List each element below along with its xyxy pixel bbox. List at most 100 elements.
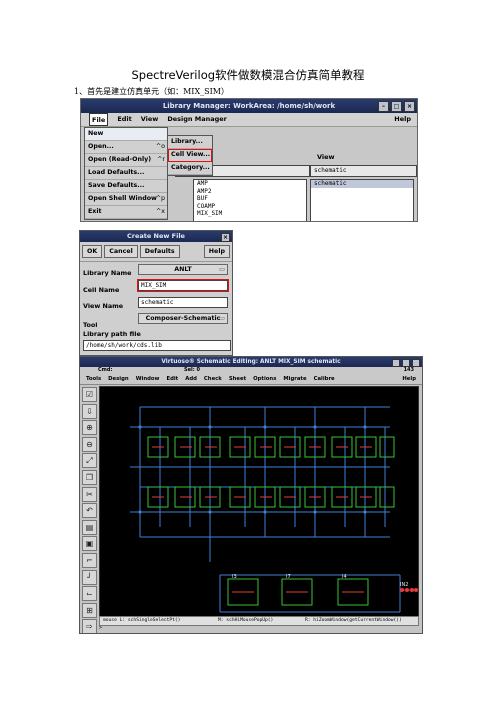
view-field[interactable]: schematic xyxy=(310,165,417,177)
instance-label: I3 xyxy=(232,574,237,580)
library-manager-titlebar: Library Manager: WorkArea: /home/sh/work… xyxy=(81,99,417,113)
file-menu: New Open... ^o Open (Read-Only) ^r Load De… xyxy=(84,127,168,220)
step-1-text: 1、首先是建立仿真单元（如：MIX_SIM） xyxy=(74,87,229,96)
menu-design-manager[interactable]: Design Manager xyxy=(167,113,227,126)
submenu-category[interactable]: Category... xyxy=(168,162,212,175)
list-item[interactable]: MIX_SIM xyxy=(194,210,306,218)
mouse-bindings-bar: mouse L: schSingleSelectPt() M: schHiMou… xyxy=(99,616,419,626)
cancel-button[interactable]: Cancel xyxy=(104,245,138,258)
maximize-icon[interactable]: □ xyxy=(391,101,402,112)
schematic-title: Virtuoso® Schematic Editing: ANLT MIX_SI… xyxy=(161,359,341,365)
pin-icon[interactable]: ⊞ xyxy=(82,602,97,618)
minimize-icon[interactable] xyxy=(392,359,400,367)
wire-name-icon[interactable]: ⌙ xyxy=(82,586,97,602)
zoom-out-icon[interactable]: ⊖ xyxy=(82,436,97,452)
wire-wide-icon[interactable]: ┘ xyxy=(82,569,97,585)
document-title: SpectreVerilog软件做数模混合仿真简单教程 xyxy=(131,68,365,82)
menu-migrate[interactable]: Migrate xyxy=(283,375,306,384)
file-menu-new[interactable]: New xyxy=(85,128,167,141)
cmd-label: Cmd: xyxy=(98,367,113,373)
list-item[interactable]: BUF xyxy=(194,195,306,203)
menu-edit[interactable]: Edit xyxy=(117,113,131,126)
file-menu-open[interactable]: Open... ^o xyxy=(85,141,167,154)
transistor-cells xyxy=(147,436,395,606)
menu-design[interactable]: Design xyxy=(108,375,129,384)
view-name-input[interactable]: schematic xyxy=(138,297,228,308)
file-menu-open-shell[interactable]: Open Shell Window ^p xyxy=(85,193,167,206)
menu-view[interactable]: View xyxy=(141,113,159,126)
instance-icon[interactable]: ▣ xyxy=(82,536,97,552)
defaults-button[interactable]: Defaults xyxy=(139,245,180,258)
zoom-in-icon[interactable]: ⊕ xyxy=(82,420,97,436)
menu-help[interactable]: Help xyxy=(402,375,416,384)
list-item[interactable]: AMP xyxy=(194,180,306,188)
file-menu-load-defaults[interactable]: Load Defaults... xyxy=(85,167,167,180)
menu-options[interactable]: Options xyxy=(253,375,276,384)
file-menu-save-defaults[interactable]: Save Defaults... xyxy=(85,180,167,193)
menu-window[interactable]: Window xyxy=(136,375,160,384)
list-item[interactable]: schematic xyxy=(311,180,413,188)
close-icon[interactable]: × xyxy=(221,233,230,242)
schematic-drawing: I3 I7 I4 IN2 xyxy=(130,406,418,613)
copy-icon[interactable]: ❐ xyxy=(82,469,97,485)
sel-label: Sel: 0 xyxy=(184,367,200,373)
file-menu-open-readonly[interactable]: Open (Read-Only) ^r xyxy=(85,154,167,167)
schematic-titlebar: Virtuoso® Schematic Editing: ANLT MIX_SI… xyxy=(80,357,422,367)
chevron-down-icon: ▭ xyxy=(219,315,225,322)
close-icon[interactable]: × xyxy=(404,101,415,112)
properties-icon[interactable]: ▤ xyxy=(82,519,97,535)
ok-button[interactable]: OK xyxy=(82,245,103,258)
dialog-button-row: OK Cancel Defaults Help xyxy=(80,242,232,262)
close-icon[interactable] xyxy=(412,359,420,367)
minimize-icon[interactable]: – xyxy=(378,101,389,112)
command-prompt[interactable]: > xyxy=(99,625,102,631)
menu-tools[interactable]: Tools xyxy=(86,375,101,384)
library-path-input[interactable]: /home/sh/work/cds.lib xyxy=(83,340,231,351)
schematic-toolbar: ☑ ⇩ ⊕ ⊖ ⤢ ❐ ✂ ↶ ▤ ▣ ⌐ ┘ ⌙ ⊞ ⇨ ▭ ⌕ xyxy=(82,387,97,633)
maximize-icon[interactable] xyxy=(402,359,410,367)
submenu-library[interactable]: Library... xyxy=(168,136,212,149)
schematic-status-row: Cmd: Sel: 0 143 xyxy=(80,367,422,375)
undo-icon[interactable]: ↶ xyxy=(82,503,97,519)
menu-check[interactable]: Check xyxy=(204,375,222,384)
submenu-cell-view[interactable]: Cell View... xyxy=(168,149,212,162)
stretch-icon[interactable]: ⤢ xyxy=(82,453,97,469)
pin-markers xyxy=(400,588,418,592)
file-menu-exit[interactable]: Exit ^x xyxy=(85,206,167,219)
create-new-file-titlebar: Create New File × xyxy=(80,231,232,242)
cmd-options-icon[interactable]: ⇨ xyxy=(82,619,97,633)
save-icon[interactable]: ⇩ xyxy=(82,403,97,419)
new-submenu: Library... Cell View... Category... xyxy=(167,135,213,176)
cell-list: AMP AMP2 BUF COAMP MIX_SIM xyxy=(193,179,307,221)
menu-edit[interactable]: Edit xyxy=(166,375,178,384)
menu-sheet[interactable]: Sheet xyxy=(229,375,246,384)
schematic-canvas[interactable]: I3 I7 I4 IN2 xyxy=(99,386,419,617)
output-label: IN2 xyxy=(400,582,408,588)
mouse-right-binding: R: hiZoomWindow(getCurrentWindow()) xyxy=(305,618,402,623)
library-manager-window: Library Manager: WorkArea: /home/sh/work… xyxy=(80,98,418,222)
tool-dropdown[interactable]: Composer-Schematic ▭ xyxy=(138,313,228,324)
library-path-label: Library path file xyxy=(83,330,141,338)
check-save-icon[interactable]: ☑ xyxy=(82,387,97,402)
delete-icon[interactable]: ✂ xyxy=(82,486,97,502)
wire-narrow-icon[interactable]: ⌐ xyxy=(82,552,97,568)
mouse-middle-binding: M: schHiMousePopUp() xyxy=(218,618,274,623)
instance-label: I7 xyxy=(286,574,291,580)
document-page: SpectreVerilog软件做数模混合仿真简单教程 1、首先是建立仿真单元（… xyxy=(0,0,496,702)
menu-calibre[interactable]: Calibre xyxy=(314,375,335,384)
chevron-down-icon: ▭ xyxy=(219,266,225,273)
cell-name-input[interactable]: MIX_SIM xyxy=(137,279,229,292)
list-item[interactable]: AMP2 xyxy=(194,188,306,196)
view-name-label: View Name xyxy=(83,302,124,310)
menu-file[interactable]: File xyxy=(89,113,109,126)
list-item[interactable]: COAMP xyxy=(194,203,306,211)
library-name-label: Library Name xyxy=(83,269,132,277)
library-name-dropdown[interactable]: ANLT ▭ xyxy=(138,264,228,275)
schematic-menubar: Tools Design Window Edit Add Check Sheet… xyxy=(80,375,422,385)
menu-add[interactable]: Add xyxy=(185,375,197,384)
schematic-marks xyxy=(152,446,416,593)
view-list: schematic xyxy=(310,179,414,221)
menu-help[interactable]: Help xyxy=(394,113,411,126)
library-manager-title: Library Manager: WorkArea: /home/sh/work xyxy=(162,102,336,110)
help-button[interactable]: Help xyxy=(203,245,230,258)
